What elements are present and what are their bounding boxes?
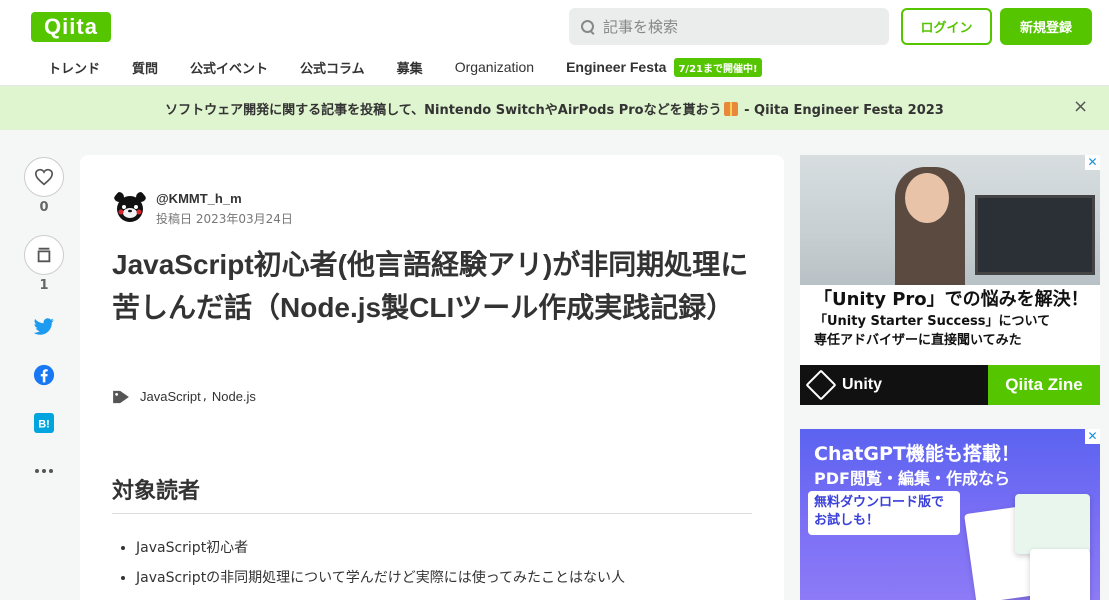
banner-text-main: ソフトウェア開発に関する記事を投稿して、Nintendo SwitchやAirP…: [165, 102, 722, 118]
like-button[interactable]: [24, 157, 64, 197]
signup-button[interactable]: 新規登録: [1000, 8, 1092, 45]
tag-javascript[interactable]: JavaScript: [140, 389, 201, 404]
ad-close-icon[interactable]: ✕: [1085, 429, 1100, 444]
author-info: @KMMT_h_m 投稿日 2023年03月24日: [112, 188, 293, 227]
qiita-zine-brand: Qiita Zine: [988, 365, 1100, 405]
avatar[interactable]: [112, 188, 148, 224]
unity-logo-icon: [805, 369, 837, 401]
ad-illustration: [960, 489, 1095, 600]
list-item: JavaScriptの非同期処理について学んだけど実際には使ってみたことはない人: [136, 569, 625, 588]
twitter-icon: [33, 318, 54, 335]
tag-list: JavaScript, Node.js: [112, 389, 256, 404]
nav-trend[interactable]: トレンド: [32, 58, 116, 77]
ad-photo: [800, 155, 1100, 285]
ad-unity[interactable]: 「Unity Pro」での悩みを解決！ 「Unity Starter Succe…: [800, 155, 1100, 405]
article-title: JavaScript初心者(他言語経験アリ)が非同期処理に苦しんだ話（Node.…: [112, 249, 749, 323]
announcement-banner[interactable]: ソフトウェア開発に関する記事を投稿して、Nintendo SwitchやAirP…: [0, 86, 1109, 130]
article-actions: 0 1 B!: [24, 157, 64, 495]
facebook-icon: [33, 364, 55, 386]
section-heading: 対象読者: [112, 473, 752, 514]
site-header: Qiita ログイン 新規登録 トレンド 質問 公式イベント 公式コラム 募集 …: [0, 0, 1109, 86]
ad-badge: 無料ダウンロード版で お試しも！: [808, 491, 960, 535]
qiita-logo[interactable]: Qiita: [31, 12, 111, 42]
twitter-share-button[interactable]: [24, 303, 64, 351]
stock-button[interactable]: [24, 235, 64, 275]
search-box[interactable]: [569, 8, 889, 45]
ad-pdfelement[interactable]: ChatGPT機能も搭載！ PDF閲覧・編集・作成ならPDFelement 無料…: [800, 429, 1100, 600]
ad-close-icon[interactable]: ✕: [1085, 155, 1100, 170]
nav-organization[interactable]: Organization: [439, 59, 550, 75]
ad-badge-line: お試しも！: [814, 513, 880, 528]
tag-separator: ,: [202, 389, 207, 404]
stock-icon: [37, 247, 51, 263]
main-nav: トレンド 質問 公式イベント 公式コラム 募集 Organization Eng…: [32, 54, 762, 80]
post-date: 投稿日 2023年03月24日: [156, 212, 293, 226]
ad-subline: 専任アドバイザーに直接聞いてみた: [814, 333, 1022, 348]
search-icon: [581, 19, 595, 34]
nav-official-events[interactable]: 公式イベント: [174, 58, 284, 77]
more-options-button[interactable]: [24, 447, 64, 495]
close-icon[interactable]: ×: [1073, 98, 1088, 116]
hatena-bookmark-share-button[interactable]: B!: [24, 399, 64, 447]
article-card: @KMMT_h_m 投稿日 2023年03月24日 JavaScript初心者(…: [80, 155, 784, 600]
ad-headline: ChatGPT機能も搭載！: [814, 443, 1020, 465]
ad-monitor: [975, 195, 1095, 275]
gift-icon: [723, 101, 738, 116]
nav-engineer-festa[interactable]: Engineer Festa: [550, 59, 682, 75]
list-item: JavaScript初心者: [136, 539, 625, 558]
login-button[interactable]: ログイン: [901, 8, 992, 45]
ad-footer: Unity Qiita Zine: [800, 365, 1100, 405]
tag-nodejs[interactable]: Node.js: [212, 389, 256, 404]
facebook-share-button[interactable]: [24, 351, 64, 399]
banner-text-event: - Qiita Engineer Festa 2023: [739, 102, 944, 118]
ad-badge-line: 無料ダウンロード版で: [814, 495, 945, 510]
author-name[interactable]: @KMMT_h_m: [156, 191, 293, 206]
ad-subline: 「Unity Starter Success」について: [814, 314, 1051, 329]
like-count: 0: [39, 200, 49, 215]
tag-icon: [113, 390, 129, 403]
festa-badge: 7/21まで開催中!: [674, 57, 762, 77]
svg-text:B!: B!: [38, 419, 50, 431]
unity-brand: Unity: [800, 365, 988, 405]
stock-count: 1: [39, 278, 49, 293]
doc-illustration: [1015, 494, 1090, 554]
nav-recruitment[interactable]: 募集: [381, 58, 439, 77]
hatena-bookmark-icon: B!: [34, 413, 54, 433]
ad-copy: 「Unity Pro」での悩みを解決！ 「Unity Starter Succe…: [814, 288, 1094, 350]
ad-headline: 「Unity Pro」での悩みを解決！: [814, 289, 1089, 310]
nav-official-columns[interactable]: 公式コラム: [284, 58, 381, 77]
unity-brand-label: Unity: [842, 376, 882, 393]
search-input[interactable]: [603, 17, 863, 36]
banner-text: ソフトウェア開発に関する記事を投稿して、Nintendo SwitchやAirP…: [165, 99, 944, 118]
more-icon: [35, 469, 53, 473]
doc-illustration: [1030, 549, 1090, 600]
heart-icon: [34, 168, 54, 186]
bear-avatar-icon: [114, 192, 146, 222]
ad-person-head: [905, 173, 949, 223]
target-readers-list: JavaScript初心者 JavaScriptの非同期処理について学んだけど実…: [136, 539, 625, 599]
nav-questions[interactable]: 質問: [116, 58, 174, 77]
